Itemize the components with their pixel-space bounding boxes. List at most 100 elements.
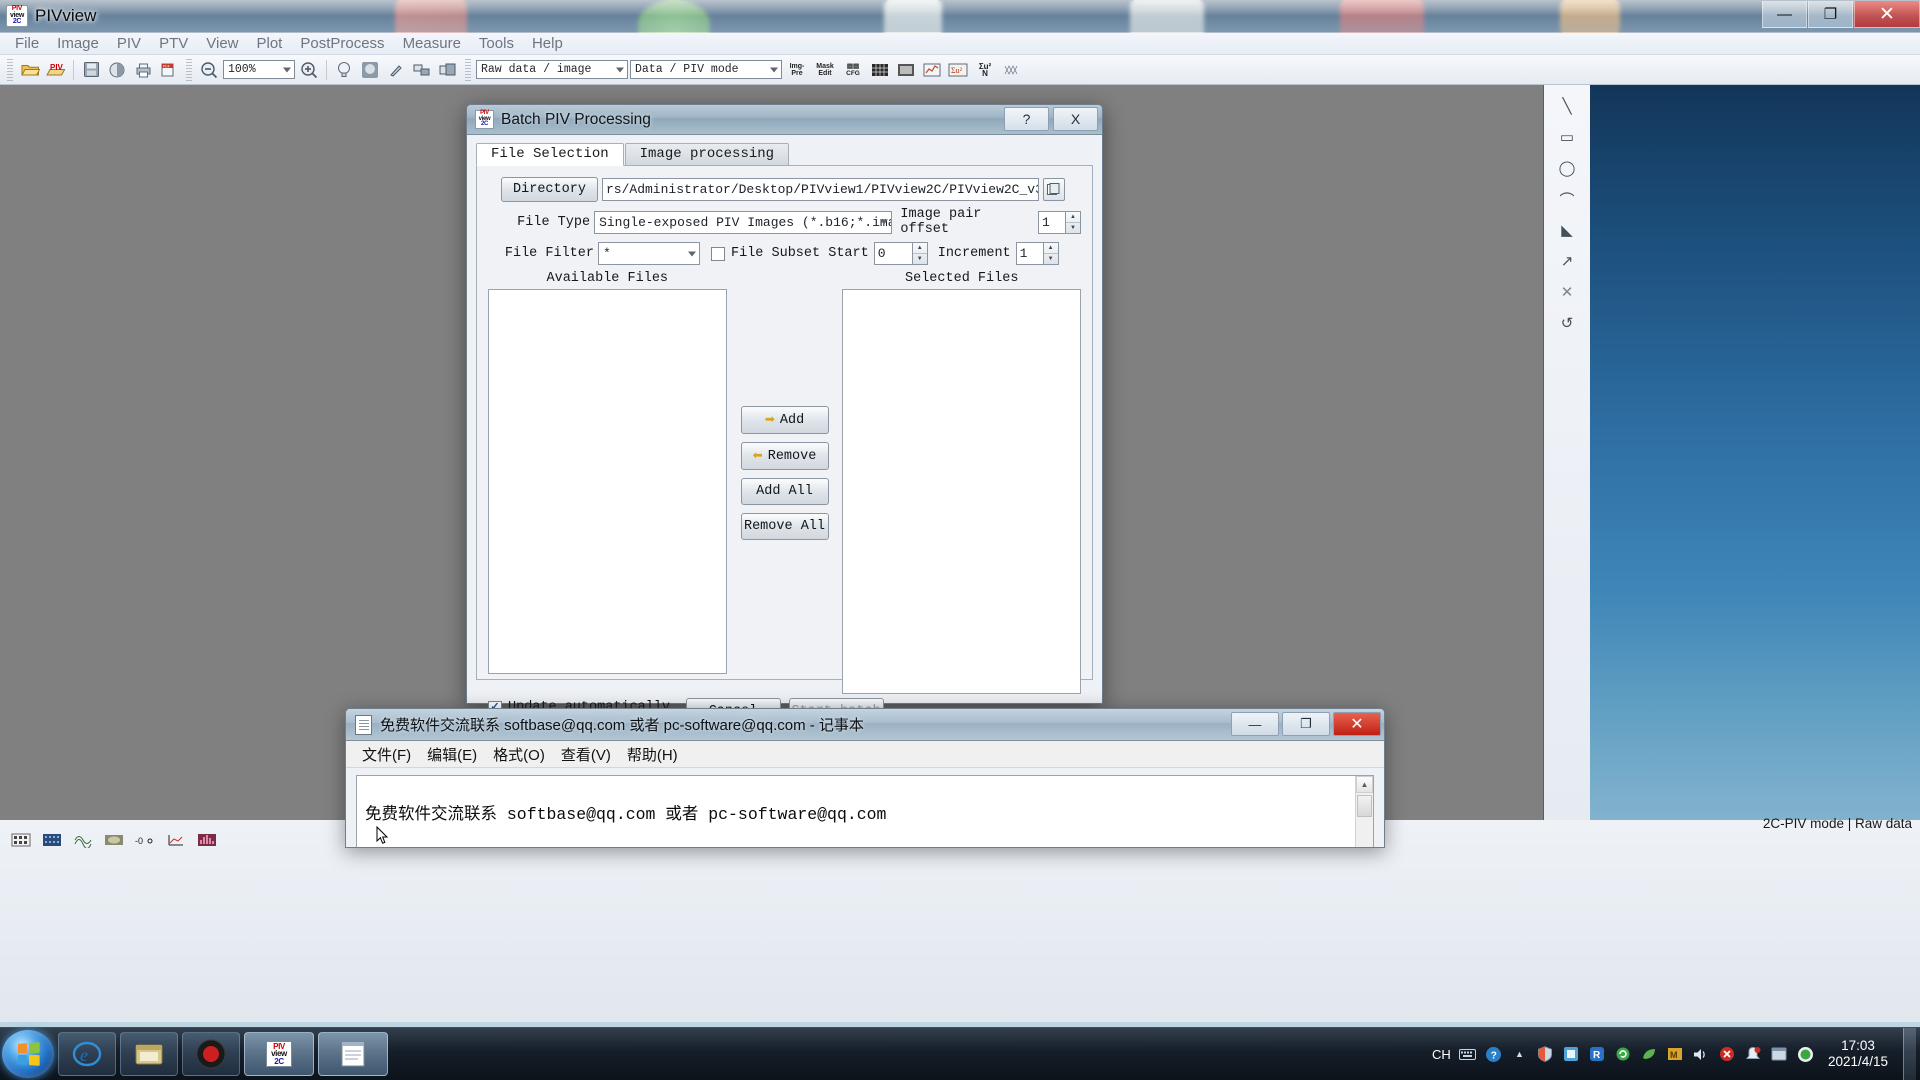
mask-edit-icon[interactable]: Mask Edit [812,58,838,82]
chart-icon[interactable] [920,58,944,82]
notepad-menu-format[interactable]: 格式(O) [487,742,551,767]
app-titlebar[interactable]: PIV view 2C PIVview — ❐ ✕ [0,0,1920,33]
remove-all-button[interactable]: Remove All [740,513,829,540]
tab-file-selection[interactable]: File Selection [476,143,624,166]
sum-icon[interactable]: Σu² [946,58,970,82]
available-files-list[interactable] [488,289,727,674]
vector-grid-icon[interactable] [41,830,63,850]
file-type-combo[interactable]: Single-exposed PIV Images (*.b16;*.ima) [594,210,893,234]
scroll-thumb[interactable] [1357,795,1372,817]
help-icon[interactable]: ? [1484,1045,1503,1064]
taskbar-item-notepad[interactable] [318,1032,388,1076]
notepad-minimize-button[interactable]: — [1231,712,1279,736]
green-status-icon[interactable] [1796,1045,1815,1064]
ime-indicator[interactable]: CH [1432,1045,1451,1064]
file-subset-start-stepper[interactable]: ▲ ▼ [912,242,928,265]
leaf-icon[interactable] [1640,1045,1659,1064]
print-icon[interactable] [131,58,155,82]
tab-image-processing[interactable]: Image processing [624,143,790,165]
open-folder-icon[interactable] [18,58,42,82]
menu-piv[interactable]: PIV [108,33,150,54]
m-icon[interactable]: M [1666,1045,1685,1064]
shield-icon[interactable] [1536,1045,1555,1064]
remove-button[interactable]: ⬅ Remove [740,442,829,470]
directory-input[interactable]: rs/Administrator/Desktop/PIVview1/PIVvie… [602,178,1039,201]
file-subset-checkbox[interactable] [711,246,725,261]
close-dialog-button[interactable]: X [1053,107,1098,131]
notepad-text-area[interactable]: 免费软件交流联系 softbase@qq.com 或者 pc-software@… [356,775,1374,847]
zoom-out-icon[interactable] [197,58,221,82]
minimize-button[interactable]: — [1762,1,1807,28]
menu-help[interactable]: Help [523,33,572,54]
menu-tools[interactable]: Tools [470,33,523,54]
delete-tool-icon[interactable]: ✕ [1552,279,1582,305]
notepad-scrollbar[interactable]: ▲ [1355,776,1373,847]
folder-browse-icon[interactable] [1043,178,1065,201]
help-button[interactable]: ? [1004,107,1049,131]
maximize-button[interactable]: ❐ [1808,1,1853,28]
grid-icon[interactable] [868,58,892,82]
taskbar-clock[interactable]: 17:03 2021/4/15 [1822,1038,1896,1070]
app-icon[interactable] [1562,1045,1581,1064]
file-subset-start-input[interactable]: 0 [873,242,913,265]
zoom-level-combo[interactable]: 100% [223,60,295,79]
notepad-close-button[interactable]: ✕ [1333,712,1381,736]
menu-plot[interactable]: Plot [248,33,292,54]
load-image-icon[interactable] [105,58,129,82]
pdf-export-icon[interactable]: PDF [157,58,181,82]
selected-files-list[interactable] [842,289,1081,694]
menu-ptv[interactable]: PTV [150,33,197,54]
close-button[interactable]: ✕ [1854,1,1920,28]
add-all-button[interactable]: Add All [740,478,829,505]
toolbar-grip[interactable] [186,58,192,81]
data-type-combo[interactable]: Raw data / image [476,60,628,79]
grid-view-icon[interactable] [10,830,32,850]
image-pair-offset-input[interactable]: 1 [1038,210,1066,234]
axes-icon[interactable] [165,830,187,850]
window-icon[interactable] [1770,1045,1789,1064]
menu-image[interactable]: Image [48,33,108,54]
add-button[interactable]: ➡ Add [740,406,829,434]
notepad-maximize-button[interactable]: ❐ [1282,712,1330,736]
start-button[interactable] [2,1030,54,1078]
piv-open-icon[interactable]: PIV [44,58,68,82]
piv-mode-combo[interactable]: Data / PIV mode [630,60,782,79]
scroll-up-icon[interactable]: ▲ [1356,776,1373,793]
image-icon[interactable] [894,58,918,82]
toolbar-grip[interactable] [7,58,13,81]
increment-stepper[interactable]: ▲ ▼ [1043,242,1059,265]
contrast-icon[interactable] [358,58,382,82]
sigma-n-icon[interactable]: Σu² N [972,58,998,82]
mesh-icon[interactable] [1000,58,1024,82]
flow-lines-icon[interactable] [72,830,94,850]
batch-dialog-titlebar[interactable]: PIV view 2C Batch PIV Processing ? X [467,105,1102,135]
menu-file[interactable]: File [6,33,48,54]
split-view-icon[interactable] [410,58,434,82]
notepad-menu-edit[interactable]: 编辑(E) [421,742,483,767]
directory-button[interactable]: Directory [501,177,598,202]
img-pre-icon[interactable]: Img- Pre [784,58,810,82]
vorticity-icon[interactable] [103,830,125,850]
profile-icon[interactable]: -0 [134,830,156,850]
cfg-icon[interactable]: ▤▤ CFG [840,58,866,82]
reset-tool-icon[interactable]: ↺ [1552,310,1582,336]
image-pair-offset-stepper[interactable]: ▲ ▼ [1066,210,1081,234]
bulb-icon[interactable] [332,58,356,82]
histogram-icon[interactable] [196,830,218,850]
taskbar-item-internet-explorer[interactable]: e [58,1032,116,1076]
tile-view-icon[interactable] [436,58,460,82]
volume-icon[interactable] [1692,1045,1711,1064]
r-icon[interactable]: R [1588,1045,1607,1064]
increment-input[interactable]: 1 [1015,242,1044,265]
save-icon[interactable] [79,58,103,82]
menu-view[interactable]: View [197,33,247,54]
chevron-up-icon[interactable]: ▲ [1510,1045,1529,1064]
polyline-tool-icon[interactable]: ⌒ [1552,186,1582,212]
taskbar-item-file-explorer[interactable] [120,1032,178,1076]
keyboard-icon[interactable] [1458,1045,1477,1064]
ellipse-tool-icon[interactable]: ◯ [1552,155,1582,181]
notepad-menu-file[interactable]: 文件(F) [356,742,417,767]
error-icon[interactable] [1718,1045,1737,1064]
pointer-icon[interactable] [384,58,408,82]
taskbar-item-pivview[interactable]: PIV view 2C [244,1032,314,1076]
